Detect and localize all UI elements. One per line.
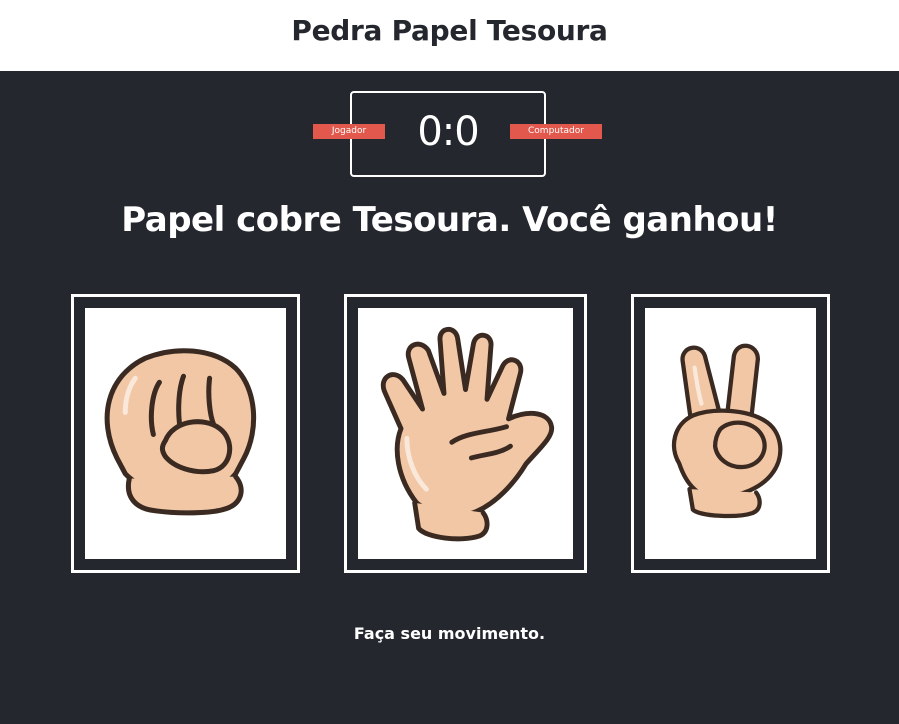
scissors-hand-icon: [671, 343, 783, 519]
rock-choice-button[interactable]: [71, 294, 300, 573]
page-title: Pedra Papel Tesoura: [291, 14, 608, 47]
rock-hand-icon: [104, 348, 257, 516]
result-message: Papel cobre Tesoura. Você ganhou!: [121, 200, 778, 240]
computer-label: Computador: [510, 124, 602, 139]
scissors-choice-button[interactable]: [631, 294, 830, 573]
user-label: Jogador: [313, 124, 385, 139]
page-header: Pedra Papel Tesoura: [0, 0, 899, 71]
paper-hand-icon: [380, 326, 554, 542]
action-message: Faça seu movimento.: [353, 624, 546, 643]
paper-choice-button[interactable]: [344, 294, 587, 573]
